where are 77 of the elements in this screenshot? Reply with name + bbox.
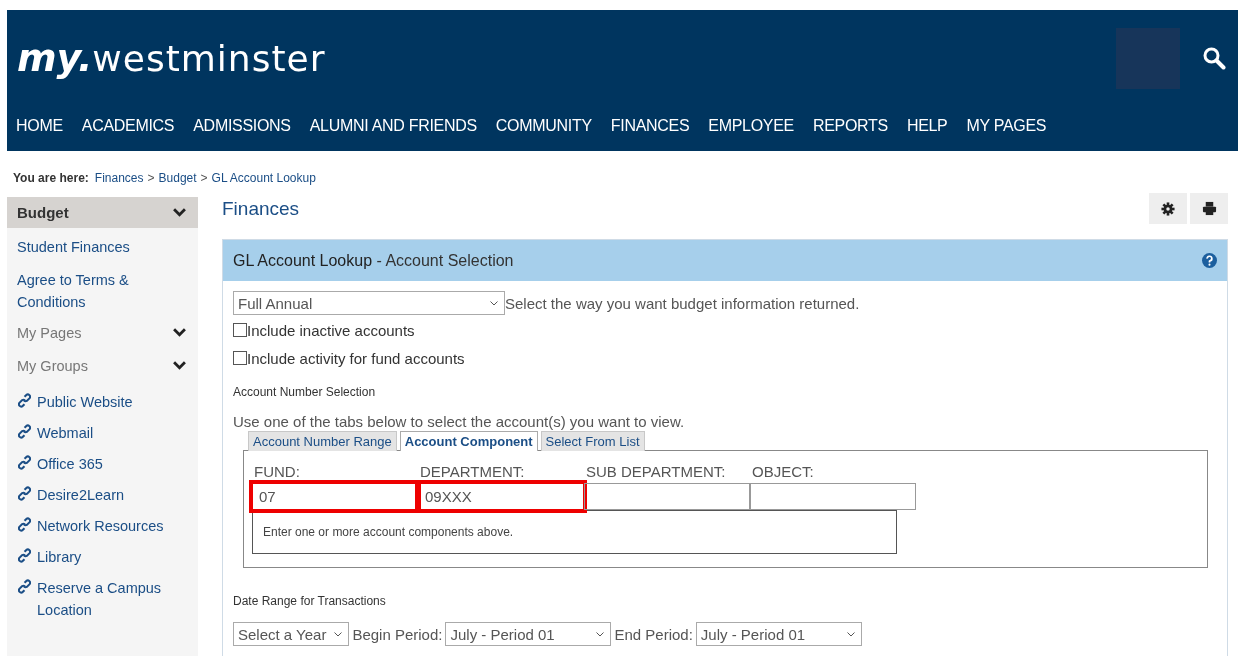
field-label: OBJECT: [751, 463, 815, 482]
budget-format-select[interactable]: Full Annual [233, 291, 505, 315]
year-select[interactable]: Select a Year [233, 622, 350, 646]
end-period-select[interactable]: July - Period 01 [695, 622, 862, 646]
caret-icon [596, 631, 605, 637]
chevron-icon [173, 361, 186, 370]
nav-link[interactable]: ADMISSIONS [193, 117, 291, 135]
checkbox-label: Include inactive accounts [247, 321, 415, 339]
caret-icon [334, 631, 343, 637]
select-hint: Select the way you want budget information returned. [505, 294, 860, 312]
checkbox[interactable] [233, 351, 247, 365]
sidebar-link[interactable]: Library [37, 546, 82, 568]
help-icon[interactable] [1202, 253, 1217, 268]
settings-icon [1161, 201, 1175, 216]
checkbox[interactable] [233, 323, 247, 337]
sidebar-link[interactable]: Desire2Learn [37, 484, 125, 506]
print-button[interactable] [1190, 193, 1228, 224]
field-label: SUB DEPARTMENT: [585, 463, 727, 482]
sidebar-link[interactable]: Public Website [37, 391, 133, 413]
tab[interactable]: Account Number Range [248, 431, 397, 451]
breadcrumb-separator: > [147, 171, 155, 185]
nav-link[interactable]: COMMUNITY [495, 117, 592, 135]
field-label: Begin Period: [352, 625, 443, 643]
panel-title: GL Account Lookup - Account Selection [233, 251, 514, 270]
instructions: Use one of the tabs below to select the account(s) you want to view. [233, 413, 686, 430]
link-icon [18, 579, 31, 594]
nav-link[interactable]: REPORTS [812, 117, 888, 135]
sidebar-link[interactable]: Network Resources [37, 515, 164, 537]
caret-icon [846, 631, 855, 637]
message-text: Enter one or more account components above. [263, 525, 514, 539]
caret-icon [490, 300, 498, 306]
tab[interactable]: Select From List [540, 431, 645, 451]
link-icon [18, 517, 31, 532]
checkbox-label: Include activity for fund accounts [247, 349, 465, 367]
nav-link[interactable]: ACADEMICS [81, 117, 175, 135]
input-field[interactable]: 09XXX [418, 483, 584, 510]
sidebar-group[interactable]: My Groups [7, 349, 198, 382]
sidebar-link[interactable]: Reserve a Campus Location [37, 577, 188, 621]
search-icon[interactable] [1202, 46, 1226, 70]
input-field[interactable] [750, 483, 916, 510]
nav-link[interactable]: EMPLOYEE [708, 117, 794, 135]
nav-link[interactable]: HOME [16, 117, 63, 135]
printer-icon [1201, 201, 1217, 216]
field-label: FUND: [253, 463, 301, 482]
link-icon [18, 455, 31, 470]
field-label: DEPARTMENT: [419, 463, 526, 482]
breadcrumb-link[interactable]: Finances [94, 171, 144, 185]
nav-link[interactable]: FINANCES [610, 117, 690, 135]
begin-period-select[interactable]: July - Period 01 [445, 622, 612, 646]
field-label: End Period: [614, 625, 693, 643]
nav-link[interactable]: MY PAGES [966, 117, 1047, 135]
link-icon [18, 548, 31, 563]
sidebar-link[interactable]: Office 365 [37, 453, 103, 475]
breadcrumb-label: You are here: [13, 171, 89, 185]
tab[interactable]: Account Component [399, 431, 538, 451]
nav-link[interactable]: HELP [906, 117, 948, 135]
sidebar-link[interactable]: Agree to Terms & Conditions [7, 261, 198, 316]
link-icon [18, 424, 31, 439]
breadcrumb-link[interactable]: GL Account Lookup [211, 171, 316, 185]
section-heading: Account Number Selection [233, 385, 377, 399]
breadcrumb-separator: > [200, 171, 208, 185]
input-field[interactable]: 07 [252, 483, 418, 510]
logo[interactable]: my.westminster [17, 36, 326, 80]
page-title: Finances [222, 197, 300, 220]
breadcrumb-link[interactable]: Budget [158, 171, 197, 185]
sidebar-link[interactable]: Student Finances [7, 228, 198, 261]
sidebar-link[interactable]: Webmail [37, 422, 94, 444]
settings-button[interactable] [1149, 193, 1187, 224]
input-field[interactable] [584, 483, 750, 510]
chevron-icon [173, 328, 186, 337]
link-icon [18, 486, 31, 501]
nav-link[interactable]: ALUMNI AND FRIENDS [309, 117, 477, 135]
chevron-icon [173, 208, 186, 217]
sidebar-header[interactable]: Budget [7, 197, 198, 228]
link-icon [18, 393, 31, 408]
sidebar-group[interactable]: My Pages [7, 316, 198, 349]
section-heading: Date Range for Transactions [233, 594, 387, 608]
